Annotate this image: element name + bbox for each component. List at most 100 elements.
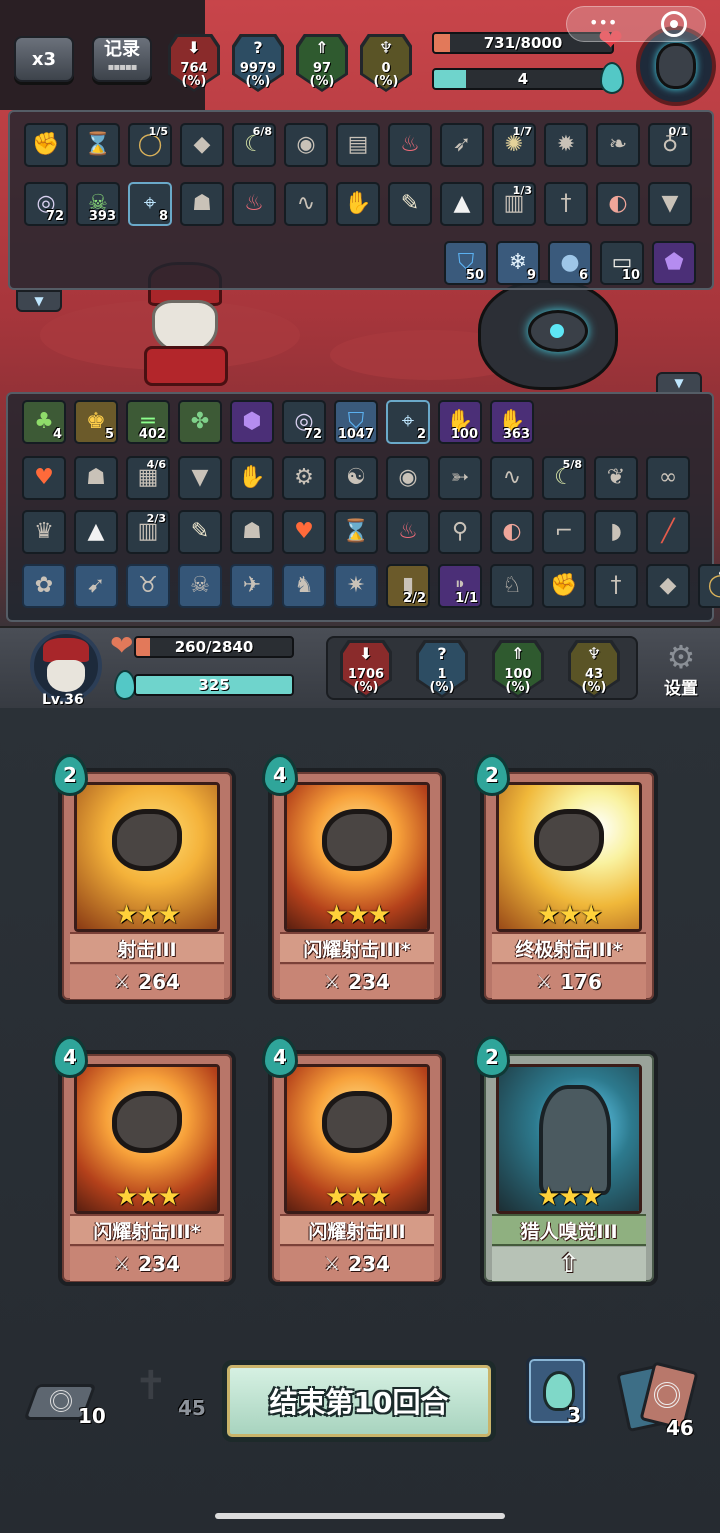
inventory-slot[interactable]: ☯ (334, 456, 378, 500)
inventory-slot[interactable]: ⛉ 1047 (334, 400, 378, 444)
discard-pile[interactable]: 46 (616, 1361, 706, 1440)
inventory-slot[interactable]: ♛ (22, 510, 66, 554)
inventory-slot[interactable]: ◯4/5 (698, 564, 720, 608)
inventory-slot[interactable]: ∿ (490, 456, 534, 500)
inventory-slot[interactable]: ✹ (544, 123, 588, 167)
record-button[interactable]: 记录 ▪▪▪▪▪ (92, 36, 152, 82)
inventory-slot[interactable]: ♁ 0/1 (648, 123, 692, 167)
inventory-slot[interactable]: ♉ (126, 564, 170, 608)
skill-card[interactable]: ★★★ 终极射击III* ⚔ 176 2 (474, 754, 658, 1004)
inventory-slot[interactable]: ▼ (178, 456, 222, 500)
inventory-slot[interactable]: ╱ (646, 510, 690, 554)
inventory-slot[interactable]: ● 6 (548, 241, 592, 285)
potion-slot[interactable]: 3 (526, 1356, 588, 1427)
inventory-slot[interactable]: ⌖ 2 (386, 400, 430, 444)
inventory-slot[interactable]: ♨ (386, 510, 430, 554)
inventory-slot[interactable]: ✊ (24, 123, 68, 167)
settings-button[interactable]: ⚙ 设置 (652, 640, 710, 702)
skill-card[interactable]: ★★★ 闪耀射击III ⚔ 234 4 (262, 1036, 446, 1286)
inventory-slot[interactable]: ◉ (386, 456, 430, 500)
inventory-slot[interactable]: ☗ (74, 456, 118, 500)
speed-button[interactable]: x3 (14, 36, 74, 82)
stat-badge[interactable]: ♆ 43 (%) (568, 640, 620, 698)
inventory-slot[interactable]: ♨ (388, 123, 432, 167)
close-target-icon[interactable] (661, 11, 687, 37)
inventory-slot[interactable]: ▤ (336, 123, 380, 167)
inventory-slot[interactable]: ✋ 363 (490, 400, 534, 444)
inventory-slot[interactable]: ✎ (388, 182, 432, 226)
inventory-slot[interactable]: ☾ 6/8 (232, 123, 276, 167)
stat-badge[interactable]: ⬇ 764 (%) (168, 34, 220, 92)
inventory-slot[interactable]: ⬟ (652, 241, 696, 285)
inventory-slot[interactable]: ✋ (336, 182, 380, 226)
inventory-slot[interactable]: ☾ 5/8 (542, 456, 586, 500)
inventory-slot[interactable]: ▥ 2/3 (126, 510, 170, 554)
inventory-slot[interactable]: † (594, 564, 638, 608)
stat-badge[interactable]: ♆ 0 (%) (360, 34, 412, 92)
inventory-slot[interactable]: ✿ (22, 564, 66, 608)
inventory-slot[interactable]: ♞ (282, 564, 326, 608)
end-turn-button[interactable]: 结束第10回合 (222, 1360, 496, 1442)
inventory-slot[interactable]: ▭ 10 (600, 241, 644, 285)
inventory-slot[interactable]: ➶ (440, 123, 484, 167)
enemy-inventory-toggle[interactable]: ▼ (16, 290, 62, 312)
inventory-slot[interactable]: ⌖ 8 (128, 182, 172, 226)
inventory-slot[interactable]: ◗ (594, 510, 638, 554)
inventory-slot[interactable]: ♚ 5 (74, 400, 118, 444)
inventory-slot[interactable]: ∞ (646, 456, 690, 500)
inventory-slot[interactable]: ⬢ (230, 400, 274, 444)
stat-badge[interactable]: ⇑ 97 (%) (296, 34, 348, 92)
inventory-slot[interactable]: ◎ 72 (24, 182, 68, 226)
skill-card[interactable]: ★★★ 猎人嗅觉III ⇧ 2 (474, 1036, 658, 1286)
inventory-slot[interactable]: ◐ (490, 510, 534, 554)
inventory-slot[interactable]: ═ 402 (126, 400, 170, 444)
inventory-slot[interactable]: ✈ (230, 564, 274, 608)
stat-badge[interactable]: ? 9979 (%) (232, 34, 284, 92)
inventory-slot[interactable]: ▮ 2/2 (386, 564, 430, 608)
inventory-slot[interactable]: † (544, 182, 588, 226)
inventory-slot[interactable]: ⛉ 50 (444, 241, 488, 285)
inventory-slot[interactable]: ◆ (646, 564, 690, 608)
inventory-slot[interactable]: ♘ (490, 564, 534, 608)
inventory-slot[interactable]: ☗ (230, 510, 274, 554)
inventory-slot[interactable]: ❧ (596, 123, 640, 167)
inventory-slot[interactable]: ▥ 1/3 (492, 182, 536, 226)
inventory-slot[interactable]: ❄ 9 (496, 241, 540, 285)
more-icon[interactable]: ••• (589, 15, 617, 31)
stat-badge[interactable]: ? 1 (%) (416, 640, 468, 698)
inventory-slot[interactable]: ♨ (232, 182, 276, 226)
inventory-slot[interactable]: ⚙ (282, 456, 326, 500)
stat-badge[interactable]: ⇑ 100 (%) (492, 640, 544, 698)
inventory-slot[interactable]: ➳ (438, 456, 482, 500)
inventory-slot[interactable]: ❦ (594, 456, 638, 500)
inventory-slot[interactable]: ⁍ 1/1 (438, 564, 482, 608)
inventory-slot[interactable]: ♥ (22, 456, 66, 500)
graveyard[interactable]: ✝ 45 (126, 1364, 216, 1424)
inventory-slot[interactable]: ◆ (180, 123, 224, 167)
inventory-slot[interactable]: ➹ (74, 564, 118, 608)
inventory-slot[interactable]: ✎ (178, 510, 222, 554)
inventory-slot[interactable]: ✋ 100 (438, 400, 482, 444)
inventory-slot[interactable]: ✷ (334, 564, 378, 608)
inventory-slot[interactable]: ✤ (178, 400, 222, 444)
inventory-slot[interactable]: ✋ (230, 456, 274, 500)
inventory-slot[interactable]: ☠ 393 (76, 182, 120, 226)
inventory-slot[interactable]: ∿ (284, 182, 328, 226)
inventory-slot[interactable]: ⌛ (334, 510, 378, 554)
inventory-slot[interactable]: ♣ 4 (22, 400, 66, 444)
inventory-slot[interactable]: ▦ 4/6 (126, 456, 170, 500)
inventory-slot[interactable]: ▼ (648, 182, 692, 226)
inventory-slot[interactable]: ◎ 72 (282, 400, 326, 444)
inventory-slot[interactable]: ✺ 1/7 (492, 123, 536, 167)
home-indicator[interactable] (215, 1513, 505, 1519)
skill-card[interactable]: ★★★ 射击III ⚔ 264 2 (52, 754, 236, 1004)
inventory-slot[interactable]: ⚲ (438, 510, 482, 554)
inventory-slot[interactable]: ⌛ (76, 123, 120, 167)
draw-pile[interactable]: 10 (23, 1380, 106, 1432)
inventory-slot[interactable]: ◐ (596, 182, 640, 226)
inventory-slot[interactable]: ☗ (180, 182, 224, 226)
player-inventory-toggle[interactable]: ▼ (656, 372, 702, 394)
inventory-slot[interactable]: ◉ (284, 123, 328, 167)
skill-card[interactable]: ★★★ 闪耀射击III* ⚔ 234 4 (262, 754, 446, 1004)
inventory-slot[interactable]: ✊ (542, 564, 586, 608)
